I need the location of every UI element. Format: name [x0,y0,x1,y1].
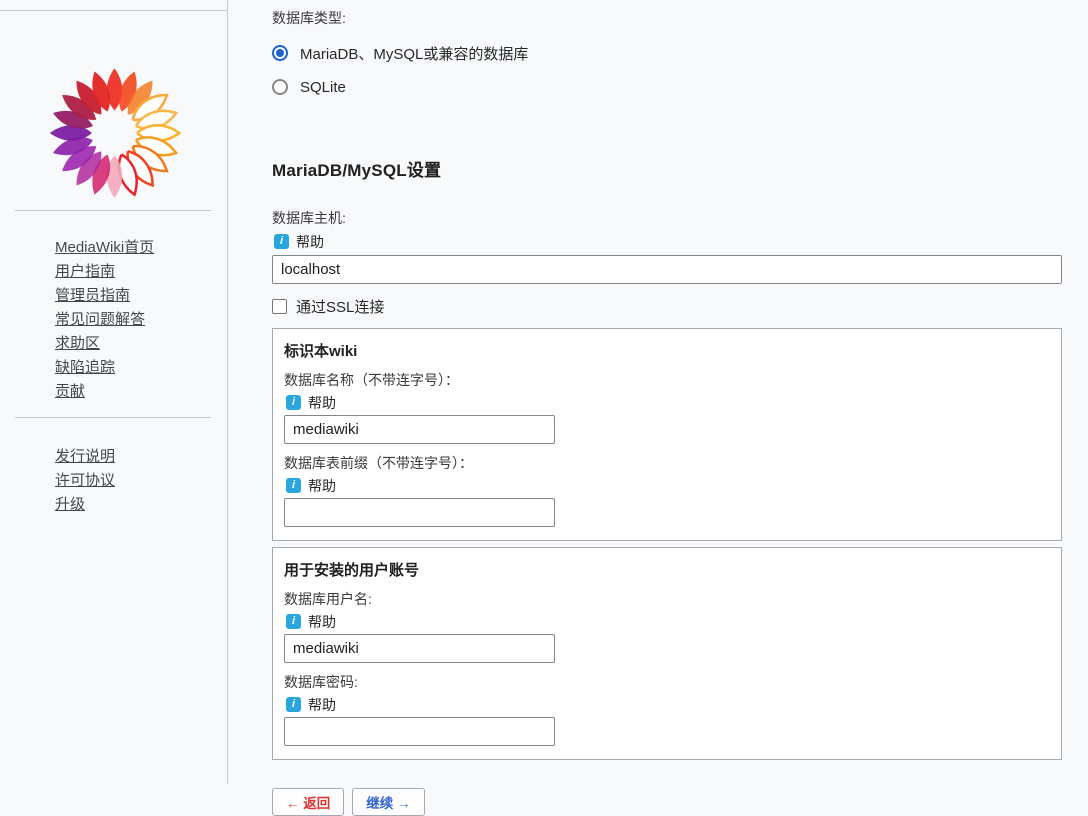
installer-page: MediaWiki首页 用户指南 管理员指南 常见问题解答 求助区 缺陷追踪 贡… [0,0,1088,784]
nav-item: 许可协议 [55,469,115,493]
fieldset-install-account-legend: 用于安装的用户账号 [284,559,1050,580]
installer-form: 数据库类型: MariaDB、MySQL或兼容的数据库 SQLite Maria… [272,0,1062,816]
sidebar-link-help-desk[interactable]: 求助区 [55,335,100,352]
nav-item: 发行说明 [55,445,115,469]
ssl-checkbox-row[interactable]: 通过SSL连接 [272,298,1062,314]
back-button[interactable]: ← 返回 [272,788,344,816]
nav-item: 用户指南 [55,260,154,284]
fieldset-install-account: 用于安装的用户账号 数据库用户名: i 帮助 数据库密码: i 帮助 [272,547,1062,760]
db-password-label: 数据库密码: [284,672,1050,692]
sidebar-link-upgrade[interactable]: 升级 [55,496,85,513]
db-type-label: 数据库类型: [272,8,1062,28]
info-icon: i [286,697,301,712]
nav-item: 贡献 [55,380,154,404]
nav-item: 管理员指南 [55,284,154,308]
nav-item: 求助区 [55,332,154,356]
info-icon: i [286,395,301,410]
db-username-input[interactable] [284,634,555,663]
sidebar: MediaWiki首页 用户指南 管理员指南 常见问题解答 求助区 缺陷追踪 贡… [0,0,228,784]
sidebar-nav-secondary: 发行说明 许可协议 升级 [55,445,115,517]
sidebar-link-admin-guide[interactable]: 管理员指南 [55,287,130,304]
mediawiki-logo [42,57,187,207]
sidebar-link-bug-tracker[interactable]: 缺陷追踪 [55,359,115,376]
radio-label-mariadb: MariaDB、MySQL或兼容的数据库 [300,43,528,64]
help-label: 帮助 [308,393,336,413]
info-icon: i [274,234,289,249]
sidebar-link-mediawiki-home[interactable]: MediaWiki首页 [55,239,154,256]
help-label: 帮助 [296,232,324,252]
sidebar-nav-primary: MediaWiki首页 用户指南 管理员指南 常见问题解答 求助区 缺陷追踪 贡… [55,236,154,404]
db-username-help-link[interactable]: i 帮助 [284,613,344,630]
db-host-input[interactable] [272,255,1062,284]
db-host-label: 数据库主机: [272,208,1062,228]
sidebar-link-faq[interactable]: 常见问题解答 [55,311,145,328]
nav-item: 缺陷追踪 [55,356,154,380]
continue-button[interactable]: 继续 → [352,788,424,816]
radio-button-mariadb[interactable] [272,45,288,61]
db-prefix-help-link[interactable]: i 帮助 [284,477,344,494]
help-label: 帮助 [308,695,336,715]
db-username-label: 数据库用户名: [284,589,1050,609]
sidebar-link-user-guide[interactable]: 用户指南 [55,263,115,280]
info-icon: i [286,614,301,629]
db-password-help-link[interactable]: i 帮助 [284,696,344,713]
sidebar-group-divider [15,417,211,418]
ssl-checkbox-label: 通过SSL连接 [296,296,384,317]
ssl-checkbox[interactable] [272,299,287,314]
help-label: 帮助 [308,612,336,632]
sidebar-top-divider [0,10,228,11]
db-host-help-link[interactable]: i 帮助 [272,233,332,250]
sidebar-link-release-notes[interactable]: 发行说明 [55,448,115,465]
radio-button-sqlite[interactable] [272,79,288,95]
nav-item: 升级 [55,493,115,517]
form-buttons: ← 返回 继续 → [272,788,1062,816]
radio-option-mariadb[interactable]: MariaDB、MySQL或兼容的数据库 [272,44,1062,62]
help-label: 帮助 [308,476,336,496]
radio-label-sqlite: SQLite [300,79,346,96]
db-password-input[interactable] [284,717,555,746]
db-prefix-input[interactable] [284,498,555,527]
db-name-help-link[interactable]: i 帮助 [284,394,344,411]
db-name-label: 数据库名称（不带连字号）： [284,370,1050,390]
fieldset-wiki-identity-legend: 标识本wiki [284,340,1050,361]
fieldset-wiki-identity: 标识本wiki 数据库名称（不带连字号）： i 帮助 数据库表前缀（不带连字号）… [272,328,1062,541]
db-prefix-label: 数据库表前缀（不带连字号）： [284,453,1050,473]
sidebar-logo-divider [15,210,211,211]
sidebar-link-contribute[interactable]: 贡献 [55,383,85,400]
section-title-mysql-settings: MariaDB/MySQL设置 [272,156,1062,181]
nav-item: MediaWiki首页 [55,236,154,260]
radio-option-sqlite[interactable]: SQLite [272,78,1062,96]
nav-item: 常见问题解答 [55,308,154,332]
info-icon: i [286,478,301,493]
sidebar-link-license[interactable]: 许可协议 [55,472,115,489]
db-name-input[interactable] [284,415,555,444]
